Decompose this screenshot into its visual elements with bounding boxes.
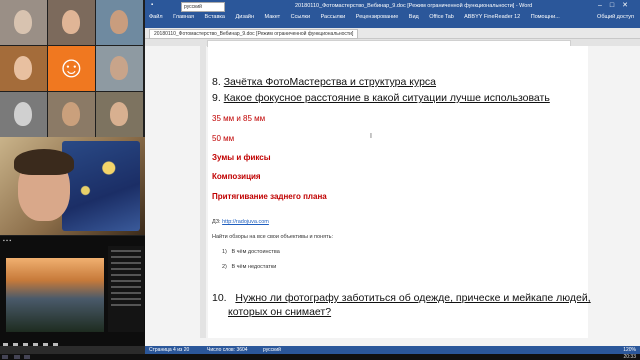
taskbar: 20:33 [0, 354, 640, 360]
document-page[interactable]: 8. Зачётка ФотоМастерства и структура ку… [208, 46, 591, 338]
starry-night-poster [62, 141, 140, 231]
status-bar: Страница 4 из 20 Число слов: 3604 русски… [145, 346, 640, 354]
ribbon: ▪ русский 20180110_Фотомастерство_Вебина… [145, 0, 640, 28]
list-item-text: В чём достоинства [231, 249, 280, 255]
heading-10-continued: которых он снимает? [228, 306, 331, 318]
document-tab[interactable]: 20180110_Фотомастерство_Вебинар_9.doc [Р… [149, 29, 359, 39]
heading-8: 8. Зачётка ФотоМастерства и структура ку… [212, 76, 436, 88]
language-box[interactable]: русский [181, 2, 225, 12]
task-line: Найти обзоры на все свои объективы и пон… [212, 234, 334, 240]
word-count[interactable]: Число слов: 3604 [207, 346, 248, 354]
list-item: 2) В чём недостатки [222, 264, 276, 270]
heading-10-line1: Нужно ли фотографу заботиться об одежде,… [235, 292, 591, 304]
speaker-hair [14, 149, 74, 175]
webcam-tile-smiley[interactable]: ☺ [48, 46, 95, 91]
language-status[interactable]: русский [263, 346, 281, 354]
start-icon[interactable] [2, 355, 8, 359]
heading-9-text: Какое фокусное расстояние в какой ситуац… [223, 92, 550, 104]
document-tabs: 20180110_Фотомастерство_Вебинар_9.doc [Р… [145, 28, 640, 39]
ribbon-tabs: Файл Главная Вставка Дизайн Макет Ссылки… [149, 14, 569, 20]
speaker-video[interactable] [0, 137, 145, 235]
tab-view[interactable]: Вид [409, 14, 419, 20]
window-controls[interactable]: –□✕ [598, 1, 636, 9]
horizontal-ruler[interactable] [145, 39, 640, 47]
app-icon[interactable] [24, 355, 30, 359]
topic-line: Притягивание заднего плана [212, 192, 327, 201]
heading-9: 9. Какое фокусное расстояние в какой сит… [212, 92, 550, 104]
text-cursor-icon: I [370, 133, 372, 140]
heading-10: 10. Нужно ли фотографу заботиться об оде… [212, 292, 591, 304]
list-item-text: В чём недостатки [231, 264, 277, 270]
homework-label: ДЗ: [212, 219, 221, 225]
topic-line: Зумы и фиксы [212, 153, 271, 162]
heading-10-number: 10. [212, 292, 227, 304]
media-player[interactable]: ▪ ▪ ▪ [0, 236, 145, 346]
tab-tell-me[interactable]: Помощни... [531, 14, 560, 20]
tab-references[interactable]: Ссылки [291, 14, 310, 20]
clock[interactable]: 20:33 [623, 354, 636, 360]
list-item-number: 2) [222, 264, 227, 270]
webcam-tile[interactable] [0, 92, 47, 137]
page-count[interactable]: Страница 4 из 20 [149, 346, 189, 354]
vertical-ruler[interactable] [200, 46, 206, 338]
player-sidebar [108, 246, 144, 332]
save-icon[interactable]: ▪ [151, 2, 153, 8]
webcam-tile[interactable] [96, 0, 143, 45]
webcam-tile[interactable] [48, 92, 95, 137]
tab-insert[interactable]: Вставка [205, 14, 225, 20]
topic-line: Композиция [212, 172, 261, 181]
heading-8-number: 8. [212, 76, 221, 88]
heading-8-text: Зачётка ФотоМастерства и структура курса [223, 76, 437, 88]
window-title: 20180110_Фотомастерство_Вебинар_9.doc [Р… [295, 3, 533, 9]
smiley-icon: ☺ [56, 51, 87, 84]
title-bar: ▪ русский 20180110_Фотомастерство_Вебина… [145, 0, 640, 12]
webcam-tile[interactable] [96, 46, 143, 91]
tab-review[interactable]: Рецензирование [356, 14, 398, 20]
webcam-tile[interactable] [0, 0, 47, 45]
tab-design[interactable]: Дизайн [236, 14, 255, 20]
homework-line: ДЗ: http://radojuva.com [212, 219, 269, 225]
tab-office-tab[interactable]: Office Tab [429, 14, 454, 20]
webinar-pane: ☺ ▪ ▪ ▪ [0, 0, 145, 346]
topic-line: 50 мм [212, 134, 235, 143]
topic-line: 35 мм и 85 мм [212, 114, 266, 123]
tab-home[interactable]: Главная [173, 14, 194, 20]
webcam-tile[interactable] [48, 0, 95, 45]
tab-mailings[interactable]: Рассылки [321, 14, 346, 20]
webcam-tile[interactable] [96, 92, 143, 137]
word-window: ▪ русский 20180110_Фотомастерство_Вебина… [145, 0, 640, 346]
player-controls[interactable] [3, 335, 143, 346]
video-frame[interactable] [6, 258, 104, 332]
webcam-tile[interactable] [0, 46, 47, 91]
app-icon[interactable] [14, 355, 20, 359]
list-item: 1) В чём достоинства [222, 249, 280, 255]
player-title-bar: ▪ ▪ ▪ [3, 238, 12, 244]
heading-9-number: 9. [212, 92, 221, 104]
zoom-level[interactable]: 120% [623, 346, 636, 354]
heading-10-line2: которых он снимает? [228, 306, 332, 318]
tab-abbyy[interactable]: ABBYY FineReader 12 [464, 14, 520, 20]
list-item-number: 1) [222, 249, 227, 255]
homework-link[interactable]: http://radojuva.com [222, 219, 269, 225]
tab-file[interactable]: Файл [149, 14, 163, 20]
tab-layout[interactable]: Макет [265, 14, 281, 20]
share-button[interactable]: Общий доступ [597, 14, 634, 20]
